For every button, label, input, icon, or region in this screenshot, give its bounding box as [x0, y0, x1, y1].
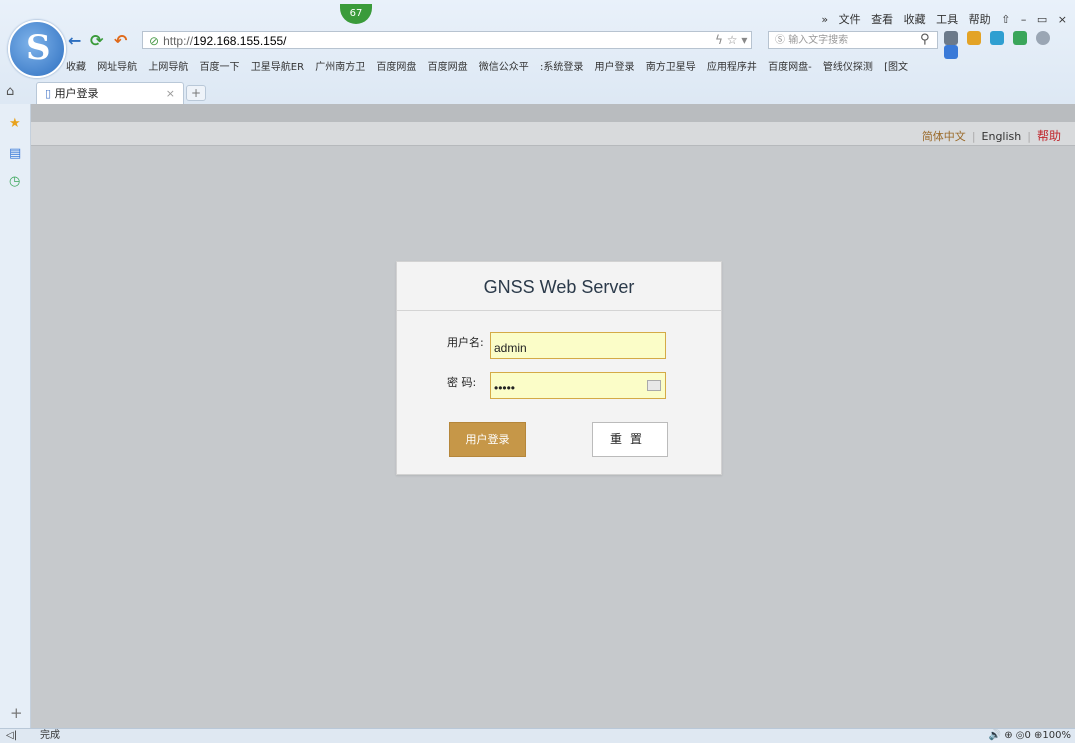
key-icon[interactable]: [967, 31, 981, 45]
login-button[interactable]: 用户登录: [449, 422, 526, 457]
bookmark-item[interactable]: 上网导航: [148, 62, 188, 73]
search-icon[interactable]: ⚲: [920, 32, 930, 47]
web-page: 简体中文 | English | 帮助 GNSS Web Server 用户名: adm…: [31, 104, 1075, 728]
status-bar: ◁| 完成 🔊 ⊕ ◎0 ⊕100%: [0, 728, 1075, 743]
bookmark-item[interactable]: 广州南方卫: [315, 62, 365, 73]
notification-badge[interactable]: 67: [340, 4, 372, 24]
password-value: •••••: [494, 381, 516, 395]
bookmarks-bar: 收藏 网址导航 上网导航 百度一下 卫星导航ER 广州南方卫 百度网盘 百度网盘…: [66, 58, 1075, 74]
home-icon[interactable]: ⌂: [6, 84, 14, 99]
download-icon[interactable]: [944, 45, 958, 59]
search-placeholder: 输入文字搜索: [788, 35, 849, 46]
username-field[interactable]: admin: [490, 332, 666, 359]
new-tab-button[interactable]: +: [186, 85, 206, 101]
back-icon[interactable]: ←: [68, 33, 81, 49]
screenshot-icon[interactable]: [990, 31, 1004, 45]
browser-logo: S: [8, 20, 66, 78]
bookmark-item[interactable]: 卫星导航ER: [251, 62, 304, 73]
menu-item-view[interactable]: 查看: [871, 13, 893, 26]
add-sidebar-icon[interactable]: +: [10, 704, 23, 722]
menu-item[interactable]: »: [821, 13, 828, 26]
keyboard-icon[interactable]: [647, 380, 661, 391]
bookmark-item[interactable]: :系统登录: [540, 62, 583, 73]
url-host: 192.168.155.155/: [193, 34, 287, 48]
search-input[interactable]: Ⓢ 输入文字搜索: [768, 31, 938, 49]
menu-item-help[interactable]: 帮助: [969, 13, 991, 26]
bookmark-item[interactable]: 微信公众平: [479, 62, 529, 73]
menu-item-tools[interactable]: 工具: [936, 13, 958, 26]
password-field[interactable]: •••••: [490, 372, 666, 399]
bookmark-item[interactable]: 百度网盘: [428, 62, 468, 73]
bookmark-item[interactable]: 收藏: [66, 62, 86, 73]
reset-button[interactable]: 重置: [592, 422, 668, 457]
skin-icon[interactable]: ⇧: [1001, 13, 1010, 26]
star-icon[interactable]: ☆: [727, 33, 738, 47]
dropdown-icon[interactable]: ▾: [741, 33, 747, 47]
tab-title: 用户登录: [54, 87, 99, 100]
restore-icon[interactable]: ▭: [1037, 13, 1047, 26]
bookmark-item[interactable]: 应用程序井: [707, 62, 757, 73]
lightning-icon[interactable]: ϟ: [715, 33, 723, 47]
divider: |: [1027, 130, 1031, 143]
address-actions: ϟ ☆ ▾: [715, 33, 747, 47]
tab-login[interactable]: ▯ 用户登录 ×: [36, 82, 184, 105]
lang-chinese-link[interactable]: 简体中文: [922, 130, 966, 143]
lang-english-link[interactable]: English: [982, 130, 1022, 143]
username-label: 用户名:: [447, 336, 484, 349]
url-protocol: http://: [163, 34, 194, 48]
bookmark-item[interactable]: 管线仪探测: [823, 62, 873, 73]
refresh-icon[interactable]: ⟳: [90, 33, 103, 49]
bookmark-item[interactable]: 网址导航: [97, 62, 137, 73]
bookmark-item[interactable]: 百度网盘-: [768, 62, 812, 73]
more-icon[interactable]: [1036, 31, 1050, 45]
menu-item-favorites[interactable]: 收藏: [904, 13, 926, 26]
help-link[interactable]: 帮助: [1037, 129, 1061, 143]
close-tab-icon[interactable]: ×: [166, 83, 175, 105]
top-menu: » 文件 查看 收藏 工具 帮助 ⇧ – ▭ ×: [814, 11, 1067, 27]
bookmark-item[interactable]: 百度网盘: [376, 62, 416, 73]
password-label: 密 码:: [447, 376, 477, 389]
divider: |: [971, 130, 976, 143]
language-bar: 简体中文 | English | 帮助: [31, 122, 1075, 146]
history-icon[interactable]: ◷: [9, 174, 20, 189]
close-icon[interactable]: ×: [1058, 13, 1067, 26]
bookmark-item[interactable]: [图文: [884, 62, 908, 73]
menu-item-file[interactable]: 文件: [839, 13, 861, 26]
page-title: GNSS Web Server: [397, 262, 721, 311]
page-icon: ▯: [45, 87, 52, 100]
sidebar-toggle-icon[interactable]: ◁|: [6, 729, 17, 743]
cut-icon[interactable]: [944, 31, 958, 45]
tab-bar: ⌂ ▯ 用户登录 × +: [0, 79, 1075, 105]
app-icon[interactable]: [1013, 31, 1027, 45]
shield-icon: ⊘: [149, 34, 160, 48]
top-strip: [31, 104, 1075, 122]
sidebar: ★ ▤ ◷: [0, 104, 31, 728]
bookmark-item[interactable]: 南方卫星导: [646, 62, 696, 73]
bookmark-item[interactable]: 用户登录: [595, 62, 635, 73]
toolbar-icons: [944, 31, 1075, 59]
reader-icon[interactable]: ▤: [9, 146, 21, 161]
status-text: 完成: [40, 730, 60, 741]
login-panel: GNSS Web Server 用户名: admin 密 码: ••••• 用户…: [396, 261, 722, 475]
status-right: 🔊 ⊕ ◎0 ⊕100%: [988, 730, 1071, 741]
address-bar[interactable]: ⊘ http://192.168.155.155/: [142, 31, 752, 49]
undo-icon[interactable]: ↶: [114, 33, 127, 49]
favorites-star-icon[interactable]: ★: [9, 116, 21, 131]
bookmark-item[interactable]: 百度一下: [200, 62, 240, 73]
browser-chrome: S 67 » 文件 查看 收藏 工具 帮助 ⇧ – ▭ × ← ⟳ ↶ ⊘ htt…: [0, 0, 1075, 105]
minimize-icon[interactable]: –: [1021, 13, 1027, 26]
language-links: 简体中文 | English | 帮助: [922, 127, 1061, 144]
